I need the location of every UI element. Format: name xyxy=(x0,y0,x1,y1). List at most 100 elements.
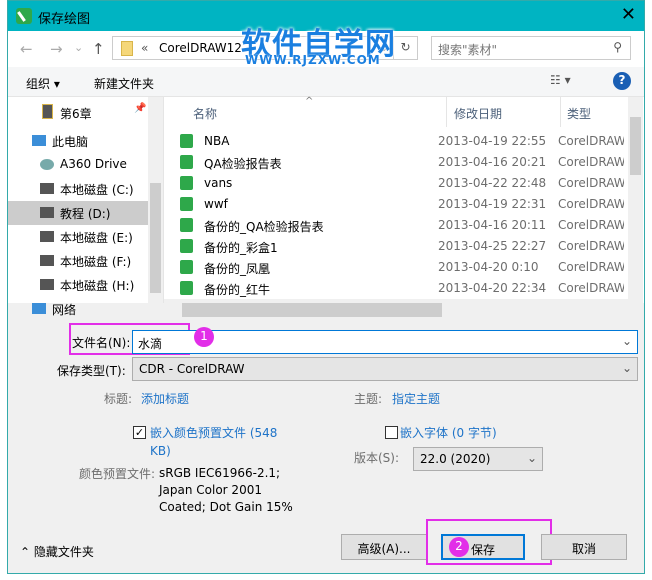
filetype-dropdown-icon: ⌄ xyxy=(621,361,632,375)
close-button[interactable]: ✕ xyxy=(621,4,636,25)
cdr-file-icon xyxy=(180,176,193,190)
file-row[interactable]: QA检验报告表 2013-04-16 20:21 CorelDRAW xyxy=(164,152,624,173)
file-name: QA检验报告表 xyxy=(204,157,282,171)
sidebar-scroll-thumb[interactable] xyxy=(150,183,161,293)
computer-icon xyxy=(32,135,46,146)
back-button[interactable]: ← xyxy=(20,40,33,58)
recent-locations-button[interactable]: ⌄ xyxy=(74,41,83,54)
sidebar-item-label: 本地磁盘 (H:) xyxy=(60,279,135,293)
breadcrumb-path[interactable]: CorelDRAW12 xyxy=(159,41,242,55)
search-input[interactable]: 搜索"素材" ⚲ xyxy=(431,36,631,60)
up-button[interactable]: ↑ xyxy=(92,40,105,58)
file-type: CorelDRAW xyxy=(558,197,624,211)
sidebar-item-label: 第6章 xyxy=(60,107,92,121)
forward-button[interactable]: → xyxy=(50,40,63,58)
title-label: 标题: xyxy=(104,392,133,406)
sidebar-item[interactable]: 网络 xyxy=(8,297,148,321)
file-row[interactable]: 备份的_彩盒1 2013-04-25 22:27 CorelDRAW xyxy=(164,236,624,257)
horizontal-scrollbar[interactable] xyxy=(164,301,628,319)
organize-menu[interactable]: 组织 ▾ xyxy=(26,75,60,92)
embed-color-profile-checkbox[interactable]: ✓ xyxy=(133,426,146,439)
horizontal-scroll-thumb[interactable] xyxy=(182,303,442,317)
file-row[interactable]: wwf 2013-04-19 22:31 CorelDRAW xyxy=(164,194,624,215)
annotation-badge-1: 1 xyxy=(194,327,214,347)
drive-icon xyxy=(40,255,54,266)
file-row[interactable]: vans 2013-04-22 22:48 CorelDRAW xyxy=(164,173,624,194)
sidebar-item[interactable]: 本地磁盘 (H:) xyxy=(8,273,148,297)
sidebar-item-label: 本地磁盘 (C:) xyxy=(60,183,134,197)
file-name: vans xyxy=(204,176,233,190)
drive-icon xyxy=(40,207,54,218)
column-header-date[interactable]: 修改日期 xyxy=(454,105,502,122)
file-name: 备份的_QA检验报告表 xyxy=(204,220,324,234)
file-list-vscroll-thumb[interactable] xyxy=(630,117,641,175)
file-row[interactable]: NBA 2013-04-19 22:55 CorelDRAW xyxy=(164,131,624,152)
sidebar-item-label: 本地磁盘 (F:) xyxy=(60,255,132,269)
annotation-badge-2: 2 xyxy=(449,537,469,557)
drive-icon xyxy=(40,183,54,194)
refresh-button[interactable]: ↻ xyxy=(393,37,417,59)
file-type: CorelDRAW xyxy=(558,260,624,274)
embed-fonts-checkbox[interactable] xyxy=(385,426,398,439)
sidebar-item[interactable]: 本地磁盘 (C:) xyxy=(8,177,148,201)
new-folder-button[interactable]: 新建文件夹 xyxy=(94,75,154,92)
file-row[interactable]: 备份的_凤凰 2013-04-20 0:10 CorelDRAW xyxy=(164,257,624,278)
hide-folders-toggle[interactable]: ⌃ 隐藏文件夹 xyxy=(20,543,94,560)
color-profile-line: Japan Color 2001 xyxy=(159,483,262,497)
cdr-file-icon xyxy=(180,239,193,253)
filetype-label: 保存类型(T): xyxy=(57,364,126,378)
column-header-name[interactable]: 名称 xyxy=(193,105,217,122)
drive-icon xyxy=(40,279,54,290)
version-label: 版本(S): xyxy=(354,451,400,465)
cdr-file-icon xyxy=(180,155,193,169)
version-select[interactable]: 22.0 (2020) ⌄ xyxy=(413,447,543,471)
breadcrumb-overflow[interactable]: « xyxy=(141,41,148,55)
sidebar-item[interactable]: 本地磁盘 (E:) xyxy=(8,225,148,249)
color-profile-line: sRGB IEC61966-2.1; xyxy=(159,466,281,480)
sidebar-item-label: 此电脑 xyxy=(52,135,89,149)
file-date: 2013-04-20 0:10 xyxy=(438,260,539,274)
file-type: CorelDRAW xyxy=(558,239,624,253)
specify-subject-link[interactable]: 指定主题 xyxy=(392,390,440,407)
file-type: CorelDRAW xyxy=(558,176,624,190)
advanced-button[interactable]: 高级(A)... xyxy=(341,534,427,560)
sidebar-item[interactable]: A360 Drive xyxy=(8,153,148,177)
filename-label: 文件名(N): xyxy=(72,336,131,350)
file-type: CorelDRAW xyxy=(558,281,624,295)
sidebar-scrollbar[interactable] xyxy=(148,97,163,303)
column-header-type[interactable]: 类型 xyxy=(567,105,591,122)
cdr-file-icon xyxy=(180,134,193,148)
dialog-title: 保存绘图 xyxy=(38,12,91,27)
subject-label: 主题: xyxy=(354,392,383,406)
navigation-pane: 第6章此电脑 A360 Drive 本地磁盘 (C:) 教程 (D:) 本地磁盘 (E:… xyxy=(8,97,148,317)
file-date: 2013-04-19 22:55 xyxy=(438,134,547,148)
filename-dropdown-icon[interactable]: ⌄ xyxy=(622,334,632,348)
file-type: CorelDRAW xyxy=(558,218,624,232)
embed-color-profile-label[interactable]: 嵌入颜色预置文件 (548 KB) xyxy=(150,424,290,460)
file-date: 2013-04-20 22:34 xyxy=(438,281,547,295)
file-name: 备份的_凤凰 xyxy=(204,262,271,276)
file-list-vscrollbar[interactable] xyxy=(628,97,643,303)
embed-fonts-label[interactable]: 嵌入字体 (0 字节) xyxy=(400,424,497,441)
sidebar-item-label: 教程 (D:) xyxy=(60,207,111,221)
view-options-icon[interactable]: ☷ ▾ xyxy=(550,73,571,87)
pin-icon[interactable]: 📌 xyxy=(134,103,146,114)
sidebar-item[interactable]: 本地磁盘 (F:) xyxy=(8,249,148,273)
sidebar-item[interactable]: 教程 (D:) xyxy=(8,201,148,225)
sidebar-item[interactable]: 此电脑 xyxy=(8,129,148,153)
cdr-file-icon xyxy=(180,218,193,232)
organize-label: 组织 xyxy=(26,77,51,91)
file-type: CorelDRAW xyxy=(558,134,624,148)
filetype-select[interactable]: CDR - CorelDRAW ⌄ xyxy=(132,357,638,381)
file-date: 2013-04-22 22:48 xyxy=(438,176,547,190)
sidebar-item-label: 本地磁盘 (E:) xyxy=(60,231,133,245)
file-row[interactable]: 备份的_QA检验报告表 2013-04-16 20:11 CorelDRAW xyxy=(164,215,624,236)
folder-icon xyxy=(121,41,133,56)
add-title-link[interactable]: 添加标题 xyxy=(141,390,189,407)
file-row[interactable]: 备份的_红牛 2013-04-20 22:34 CorelDRAW xyxy=(164,278,624,299)
cancel-button[interactable]: 取消 xyxy=(541,534,627,560)
watermark-url: WWW.RJZXW.COM xyxy=(245,53,381,67)
sidebar-item[interactable]: 第6章 xyxy=(8,101,148,125)
help-button[interactable]: ? xyxy=(613,72,631,90)
cdr-file-icon xyxy=(180,260,193,274)
